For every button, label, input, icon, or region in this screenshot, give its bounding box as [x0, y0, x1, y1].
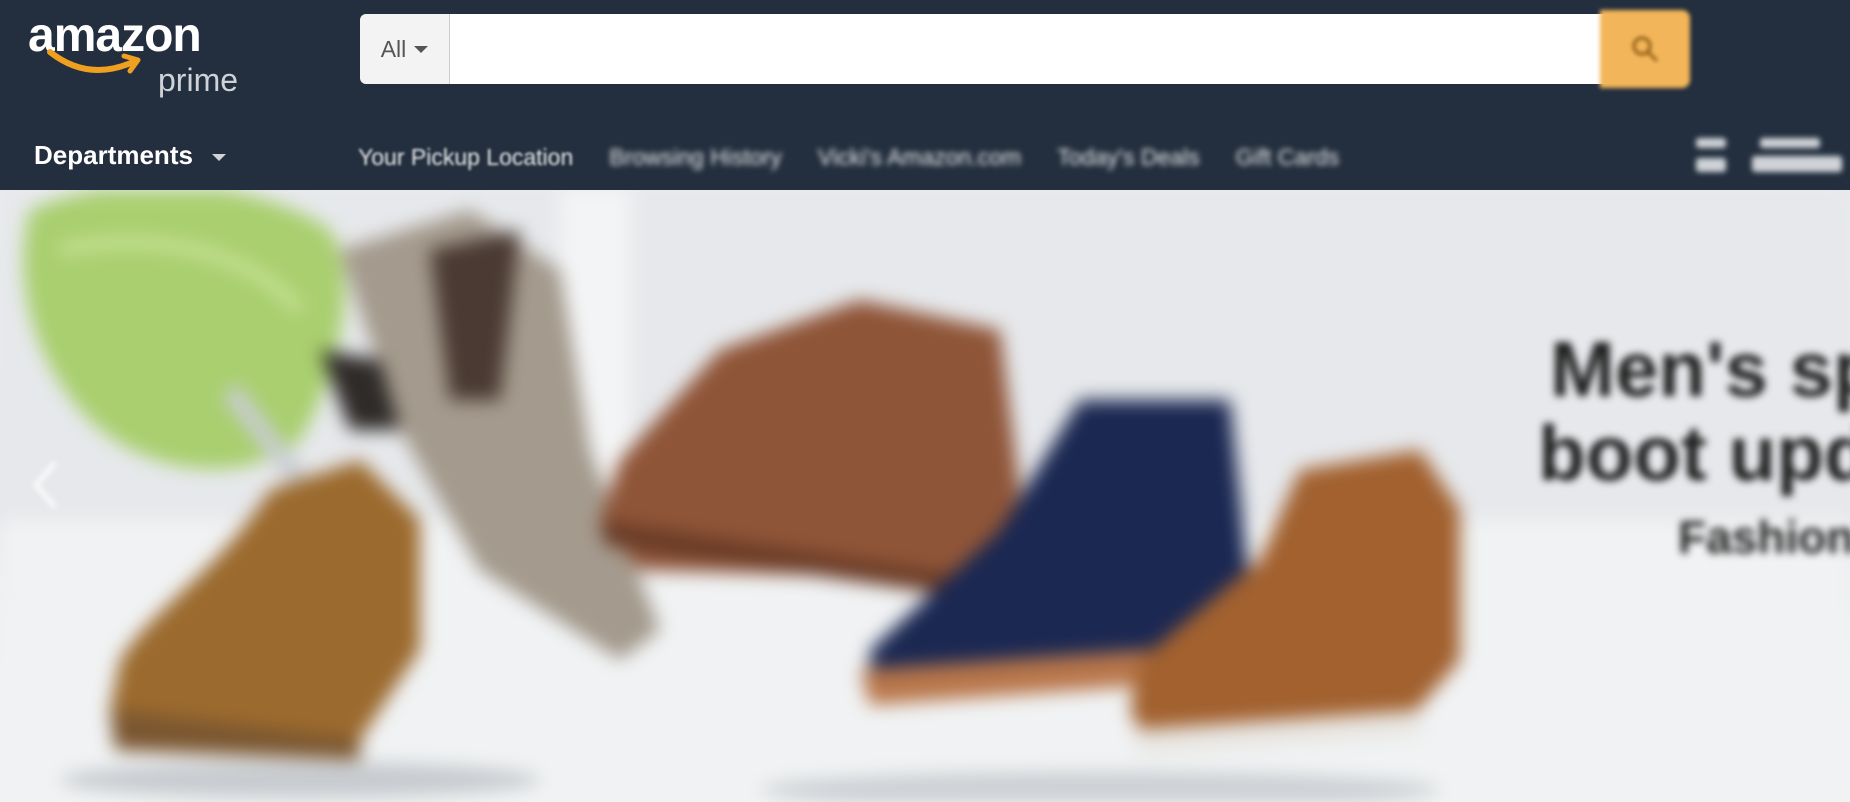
hero-brand-label: Fashion	[1678, 511, 1850, 563]
search-category-dropdown[interactable]: All	[360, 14, 450, 84]
amazon-prime-logo[interactable]: amazon prime	[28, 12, 258, 97]
search-icon	[1632, 36, 1658, 62]
search-input[interactable]	[450, 14, 1610, 84]
logo-prime-text: prime	[158, 62, 239, 98]
nav-link-todays-deals[interactable]: Today's Deals	[1057, 144, 1199, 171]
departments-menu[interactable]: Departments	[34, 140, 227, 171]
hero-headline-line2: boot upd	[1538, 409, 1850, 497]
carousel-prev-button[interactable]	[14, 450, 74, 520]
nav-link-my-amazon[interactable]: Vicki's Amazon.com	[818, 144, 1021, 171]
search-button[interactable]	[1600, 10, 1690, 88]
smile-arrow-icon	[47, 49, 141, 74]
nav-link-pickup-location[interactable]: Your Pickup Location	[358, 144, 573, 171]
nav-links: Your Pickup Location Browsing History Vi…	[358, 144, 1375, 171]
chevron-down-icon	[414, 45, 429, 53]
nav-link-gift-cards[interactable]: Gift Cards	[1236, 144, 1340, 171]
search-bar: All	[360, 10, 1690, 88]
nav-link-browsing-history[interactable]: Browsing History	[609, 144, 782, 171]
chevron-down-icon	[212, 153, 227, 161]
departments-label: Departments	[34, 140, 193, 170]
hero-headline-line1: Men's sp	[1550, 325, 1850, 413]
top-navigation-bar: amazon prime All Departments Your Pickup…	[0, 0, 1850, 190]
hero-headline: Men's sp boot upd Fashion	[1538, 325, 1850, 564]
search-category-label: All	[380, 35, 407, 62]
chevron-left-icon	[34, 462, 56, 508]
hero-banner[interactable]: Men's sp boot upd Fashion	[0, 190, 1850, 802]
account-area[interactable]	[1690, 136, 1850, 182]
secondary-nav: Departments Your Pickup Location Browsin…	[0, 126, 1850, 182]
